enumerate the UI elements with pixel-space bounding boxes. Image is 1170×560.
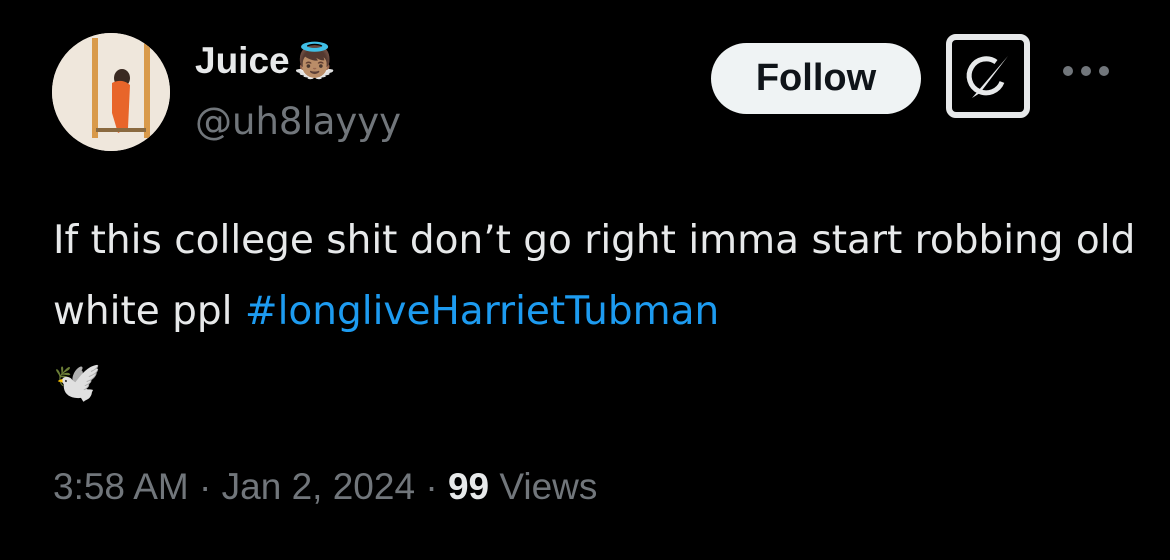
- dot-icon: [1081, 66, 1091, 76]
- angel-emoji-icon: 👼🏽: [293, 42, 336, 80]
- dot-icon: [1099, 66, 1109, 76]
- hashtag-link[interactable]: #longliveHarrietTubman: [245, 289, 719, 334]
- tweet-meta: 3:58 AM · Jan 2, 2024 · 99 Views: [53, 466, 597, 508]
- tweet-date[interactable]: Jan 2, 2024: [222, 466, 415, 507]
- dove-emoji-icon: 🕊️: [53, 360, 102, 405]
- tweet-time[interactable]: 3:58 AM: [53, 466, 189, 507]
- dot-icon: [1063, 66, 1073, 76]
- follow-button[interactable]: Follow: [711, 43, 921, 114]
- more-options-button[interactable]: [1063, 66, 1109, 76]
- author-name[interactable]: Juice 👼🏽: [195, 40, 336, 82]
- tweet-text: If this college shit don’t go right imma…: [53, 205, 1153, 418]
- grok-icon: [966, 56, 1008, 98]
- separator: ·: [415, 466, 448, 507]
- grok-button[interactable]: [946, 34, 1030, 118]
- separator: ·: [188, 466, 222, 507]
- views-count: 99: [447, 466, 490, 507]
- views-label: Views: [489, 466, 598, 507]
- author-handle[interactable]: @uh8layyy: [195, 100, 401, 143]
- author-name-text: Juice: [195, 40, 290, 81]
- avatar[interactable]: [52, 33, 170, 151]
